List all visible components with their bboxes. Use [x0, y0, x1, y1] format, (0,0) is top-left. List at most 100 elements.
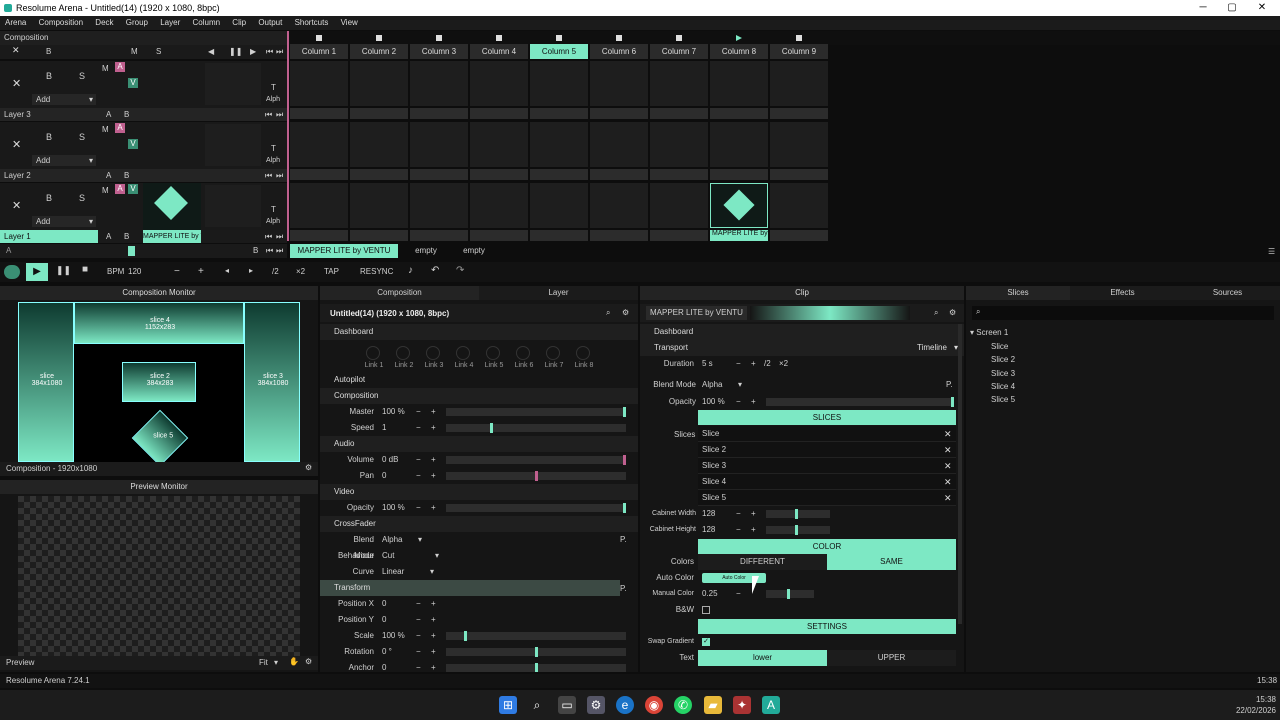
clip-slot-label[interactable] — [290, 169, 348, 180]
clip-slot-label[interactable] — [410, 169, 468, 180]
menu-output[interactable]: Output — [253, 16, 287, 30]
column-launch-icon[interactable] — [556, 35, 562, 41]
gear-icon[interactable]: ⚙ — [305, 657, 312, 666]
volume-slider-handle[interactable] — [623, 455, 626, 465]
anchor-slider-handle[interactable] — [535, 663, 538, 672]
close-button[interactable]: ✕ — [1246, 0, 1278, 16]
pause-icon[interactable]: ❚❚ — [229, 47, 242, 56]
clip-slot[interactable] — [350, 183, 408, 228]
layer-solo-button[interactable]: S — [79, 193, 85, 203]
anchor-minus-button[interactable]: − — [416, 660, 421, 672]
cabinet-width-plus[interactable]: + — [751, 506, 756, 522]
swap-gradient-checkbox[interactable]: ✓ — [702, 638, 710, 646]
clip-slot-label[interactable] — [350, 108, 408, 119]
composition-bypass-button[interactable]: B — [46, 47, 51, 56]
layer-alpha-button[interactable]: Alph — [266, 96, 280, 103]
layer-add-dropdown[interactable]: Add ▾ — [32, 94, 96, 105]
speed-value[interactable]: 1 — [382, 420, 386, 436]
whatsapp-icon[interactable]: ✆ — [674, 696, 692, 714]
colors-same-button[interactable]: SAME — [827, 554, 956, 570]
chevron-down-icon[interactable]: ▾ — [738, 377, 742, 393]
search-icon[interactable]: ⌕ — [528, 696, 546, 714]
slices-header[interactable]: SLICES — [698, 410, 956, 425]
clip-slot[interactable] — [350, 61, 408, 106]
remove-slice-icon[interactable]: ✕ — [944, 474, 952, 490]
clip-slot[interactable] — [530, 183, 588, 228]
master-minus-button[interactable]: − — [416, 404, 421, 420]
bpm-double-button[interactable]: ×2 — [296, 267, 305, 276]
menu-view[interactable]: View — [336, 16, 363, 30]
speed-plus-button[interactable]: + — [431, 420, 436, 436]
rotation-slider[interactable] — [446, 647, 626, 657]
slider-handle[interactable] — [951, 397, 954, 407]
crossfader-section[interactable]: CrossFader — [320, 516, 638, 532]
clip-slice-item[interactable]: Slice ✕ — [698, 426, 956, 442]
layer-a-button[interactable]: A — [115, 62, 125, 72]
column-launch-icon[interactable] — [616, 35, 622, 41]
layer-t-button[interactable]: T — [271, 144, 276, 153]
menu-layer[interactable]: Layer — [155, 16, 185, 30]
speed-slider-handle[interactable] — [490, 423, 493, 433]
clip-slot[interactable] — [290, 122, 348, 167]
slice-tree-item[interactable]: Slice 5 — [991, 395, 1015, 404]
video-section[interactable]: Video — [320, 484, 638, 500]
tab-layer[interactable]: Layer — [479, 286, 638, 300]
rotation-minus-button[interactable]: − — [416, 644, 421, 660]
resolume-arena-icon[interactable]: A — [762, 696, 780, 714]
skip-forward-icon[interactable]: ⏭ — [276, 47, 283, 57]
opacity-slider-handle[interactable] — [623, 503, 626, 513]
clip-slot[interactable] — [590, 122, 648, 167]
pan-slider[interactable] — [446, 471, 626, 481]
slice-tree-item[interactable]: Slice 2 — [991, 355, 1015, 364]
clip-slot-label[interactable] — [350, 230, 408, 241]
column-launch-icon[interactable] — [676, 35, 682, 41]
color-header[interactable]: COLOR — [698, 539, 956, 554]
clip-slot-label[interactable] — [410, 108, 468, 119]
clip-slot-label[interactable] — [590, 230, 648, 241]
clip-dashboard-section[interactable]: Dashboard — [640, 324, 964, 340]
volume-value[interactable]: 0 dB — [382, 452, 398, 468]
anchor-plus-button[interactable]: + — [431, 660, 436, 672]
duration-half-button[interactable]: /2 — [764, 356, 771, 372]
metronome-icon[interactable]: ♪ — [408, 265, 413, 276]
clip-slot-label[interactable] — [290, 108, 348, 119]
dashboard-section[interactable]: Dashboard — [320, 324, 638, 340]
menu-group[interactable]: Group — [121, 16, 153, 30]
link-knob[interactable] — [576, 346, 590, 360]
speed-slider[interactable] — [446, 423, 626, 433]
cabinet-height-minus[interactable]: − — [736, 522, 741, 538]
clip-slot-label[interactable] — [470, 108, 528, 119]
gear-icon[interactable]: ⚙ — [949, 308, 956, 317]
layer-v-button[interactable]: V — [128, 139, 138, 149]
skip-forward-icon[interactable]: ⏭ — [276, 110, 283, 120]
clip-slot[interactable] — [590, 183, 648, 228]
clip-slot[interactable] — [410, 122, 468, 167]
layer-t-button[interactable]: T — [271, 205, 276, 214]
app-icon[interactable]: ✦ — [733, 696, 751, 714]
link-knob[interactable] — [486, 346, 500, 360]
skip-back-icon[interactable]: ⏮ — [266, 246, 273, 256]
fit-dropdown[interactable]: Fit — [259, 658, 268, 667]
scale-value[interactable]: 100 % — [382, 628, 405, 644]
layer-alpha-button[interactable]: Alph — [266, 157, 280, 164]
menu-deck[interactable]: Deck — [90, 16, 118, 30]
opacity-plus-button[interactable]: + — [431, 500, 436, 516]
clip-slot[interactable] — [410, 183, 468, 228]
timeline-dropdown[interactable]: Timeline — [917, 340, 947, 356]
slider-handle[interactable] — [787, 589, 790, 599]
slider-handle[interactable] — [795, 509, 798, 519]
column-launch-icon[interactable] — [376, 35, 382, 41]
deck-tab-active[interactable]: MAPPER LITE by VENTU — [290, 244, 398, 258]
layer-bypass-button[interactable]: B — [46, 71, 52, 81]
composition-m-button[interactable]: M — [131, 47, 138, 56]
next-icon[interactable]: ▶ — [250, 47, 256, 56]
column-launch-icon[interactable] — [496, 35, 502, 41]
bpm-half-button[interactable]: /2 — [272, 267, 279, 276]
composition-section[interactable]: Composition — [320, 388, 638, 404]
chevron-down-icon[interactable]: ▾ — [274, 658, 278, 667]
windows-start-icon[interactable]: ⊞ — [499, 696, 517, 714]
pan-minus-button[interactable]: − — [416, 468, 421, 484]
position-x-value[interactable]: 0 — [382, 596, 386, 612]
column-header[interactable]: Column 3 — [410, 44, 468, 59]
layer-bypass-button[interactable]: B — [46, 132, 52, 142]
